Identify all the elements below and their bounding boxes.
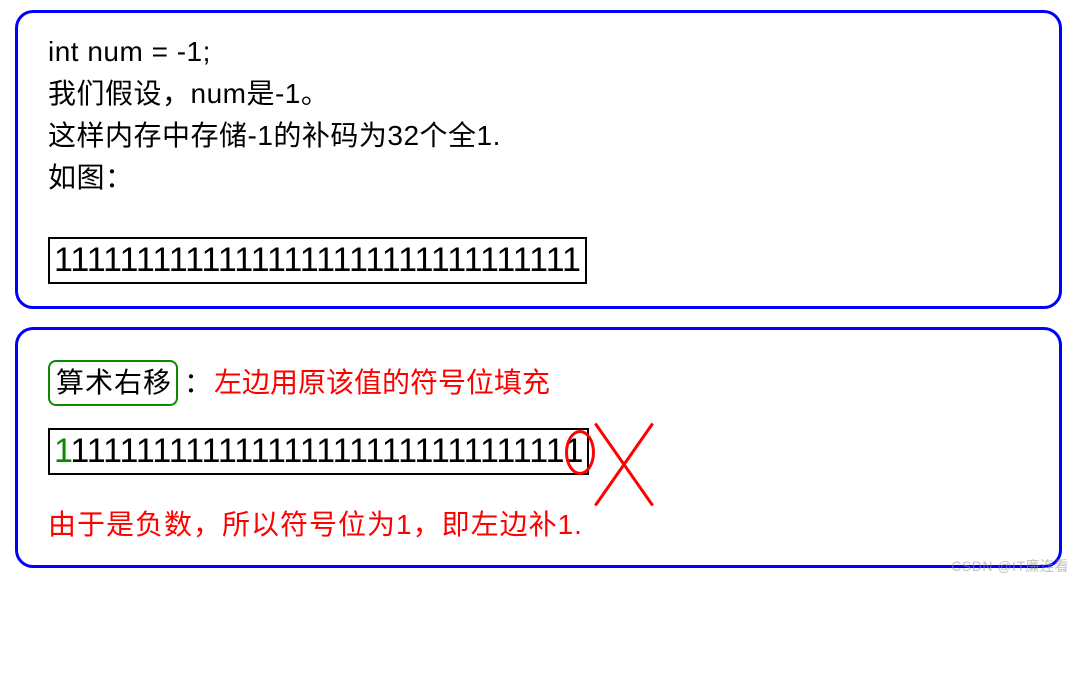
binary-representation-top: 11111111111111111111111111111111	[48, 237, 587, 284]
watermark: CSDN @IT廉连看	[951, 556, 1069, 576]
panel-bottom: 算术右移：左边用原该值的符号位填充 1111111111111111111111…	[15, 327, 1062, 568]
text-line-2: 我们假设，num是-1。	[48, 73, 1029, 115]
heading-line: 算术右移：左边用原该值的符号位填充	[48, 360, 1029, 406]
binary-row-wrapper: 11111111111111111111111111111111	[48, 406, 589, 475]
text-line-4: 如图：	[48, 157, 1029, 199]
shift-description: 左边用原该值的符号位填充	[214, 367, 550, 398]
shift-type-label: 算术右移	[48, 360, 178, 406]
panel-top: int num = -1; 我们假设，num是-1。 这样内存中存储-1的补码为…	[15, 10, 1062, 309]
sign-bit-filled: 1	[54, 432, 70, 470]
binary-representation-bottom: 11111111111111111111111111111111	[48, 428, 589, 475]
text-line-3: 这样内存中存储-1的补码为32个全1.	[48, 115, 1029, 157]
binary-middle: 111111111111111111111111111111	[70, 432, 564, 470]
code-line: int num = -1;	[48, 31, 1029, 73]
explanation-text: 由于是负数，所以符号位为1，即左边补1.	[48, 503, 1029, 543]
shifted-out-bit: 1	[565, 432, 584, 471]
cross-out-icon	[589, 418, 659, 508]
colon: ：	[184, 367, 212, 398]
